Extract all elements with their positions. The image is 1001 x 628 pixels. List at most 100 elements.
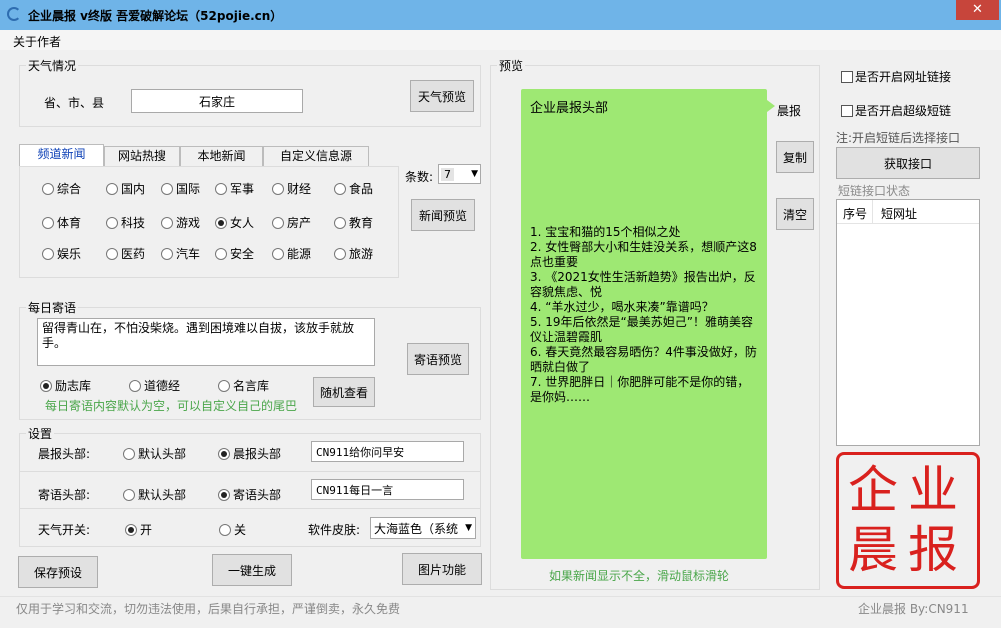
menu-item-about[interactable]: 关于作者 — [13, 33, 61, 50]
image-function-button[interactable]: 图片功能 — [402, 553, 482, 585]
disclaimer-text: 仅用于学习和交流，切勿违法使用，后果自行承担，严谨倒卖，永久免费 — [16, 602, 401, 616]
settings-legend: 设置 — [26, 425, 55, 442]
radio-circle — [106, 182, 118, 195]
daily-source-radio[interactable]: 励志库 — [40, 377, 91, 394]
weather-preview-button[interactable]: 天气预览 — [410, 80, 474, 112]
radio-label: 娱乐 — [57, 247, 82, 261]
radio-label: 综合 — [57, 182, 82, 196]
short-link-note: 注:开启短链后选择接口 — [836, 131, 961, 145]
channel-radio[interactable]: 房产 — [272, 214, 311, 231]
channel-radio[interactable]: 财经 — [272, 180, 311, 197]
location-input[interactable]: 石家庄 — [131, 89, 303, 113]
radio-circle — [123, 447, 135, 460]
col-index-header[interactable]: 序号 — [843, 205, 867, 222]
weather-off-radio[interactable]: 关 — [219, 521, 246, 538]
save-preset-button[interactable]: 保存预设 — [18, 556, 98, 588]
daily-source-radio[interactable]: 道德经 — [129, 377, 180, 394]
news-item: 6. 春天竟然最容易晒伤？4件事没做好，防晒就白做了 — [530, 345, 757, 374]
seal-char: 企 — [848, 461, 898, 519]
close-button[interactable]: ✕ — [956, 0, 999, 20]
tab-channel-news[interactable]: 频道新闻 — [19, 144, 104, 166]
daily-header-radio[interactable]: 寄语头部 — [218, 486, 281, 503]
radio-circle — [272, 216, 284, 229]
channel-radio[interactable]: 医药 — [106, 245, 145, 262]
channel-radio[interactable]: 教育 — [334, 214, 373, 231]
radio-circle — [125, 523, 137, 536]
daily-header-input[interactable]: CN911每日一言 — [311, 479, 464, 500]
radio-label: 关 — [234, 523, 247, 537]
radio-label: 女人 — [230, 216, 255, 230]
skin-select[interactable]: 大海蓝色（系统 ▼ — [370, 517, 476, 539]
channel-radio[interactable]: 军事 — [215, 180, 254, 197]
api-status-label: 短链接口状态 — [838, 184, 911, 198]
radio-label: 旅游 — [349, 247, 374, 261]
bubble-arrow — [767, 100, 775, 112]
radio-circle — [334, 216, 346, 229]
radio-label: 游戏 — [176, 216, 201, 230]
channel-radio[interactable]: 综合 — [42, 180, 81, 197]
app-refresh-icon — [7, 7, 21, 21]
radio-label: 医药 — [121, 247, 146, 261]
radio-label: 国内 — [121, 182, 146, 196]
radio-circle — [42, 216, 54, 229]
radio-label: 汽车 — [176, 247, 201, 261]
morning-header-radio[interactable]: 默认头部 — [123, 445, 186, 462]
clear-button[interactable]: 清空 — [776, 198, 814, 230]
channel-radio[interactable]: 科技 — [106, 214, 145, 231]
radio-circle — [129, 379, 141, 392]
weather-switch-label: 天气开关: — [38, 523, 91, 537]
channel-radio[interactable]: 汽车 — [161, 245, 200, 262]
channel-radio[interactable]: 安全 — [215, 245, 254, 262]
tab-local-news[interactable]: 本地新闻 — [180, 146, 263, 166]
tab-custom-source[interactable]: 自定义信息源 — [263, 146, 369, 166]
preview-bubble[interactable]: 企业晨报头部 1. 宝宝和猫的15个相似之处 2. 女性臀部大小和生娃没关系，想顺… — [521, 89, 767, 559]
copy-button[interactable]: 复制 — [776, 141, 814, 173]
radio-label: 能源 — [287, 247, 312, 261]
super-link-checkbox[interactable]: 是否开启超级短链 — [841, 102, 951, 119]
count-label: 条数: — [405, 170, 434, 184]
radio-label: 开 — [140, 523, 153, 537]
daily-source-radio[interactable]: 名言库 — [218, 377, 269, 394]
radio-circle — [215, 182, 227, 195]
radio-circle — [215, 247, 227, 260]
radio-label: 财经 — [287, 182, 312, 196]
chevron-down-icon: ▼ — [471, 169, 478, 179]
channel-radio[interactable]: 国际 — [161, 180, 200, 197]
channel-radio[interactable]: 娱乐 — [42, 245, 81, 262]
weather-on-radio[interactable]: 开 — [125, 521, 152, 538]
morning-header-input[interactable]: CN911给你问早安 — [311, 441, 464, 462]
radio-circle — [272, 247, 284, 260]
radio-circle — [218, 379, 230, 392]
channel-radio[interactable]: 体育 — [42, 214, 81, 231]
channel-radio[interactable]: 国内 — [106, 180, 145, 197]
skin-label: 软件皮肤: — [308, 523, 361, 537]
daily-preview-button[interactable]: 寄语预览 — [407, 343, 469, 375]
api-status-table[interactable]: 序号 短网址 — [836, 199, 980, 446]
location-label: 省、市、县 — [44, 96, 105, 110]
seal-char: 业 — [908, 461, 958, 519]
col-url-header[interactable]: 短网址 — [881, 205, 917, 222]
daily-header-radio[interactable]: 默认头部 — [123, 486, 186, 503]
radio-circle — [106, 247, 118, 260]
news-item: 1. 宝宝和猫的15个相似之处 — [530, 225, 681, 239]
radio-label: 军事 — [230, 182, 255, 196]
radio-label: 名言库 — [233, 379, 270, 393]
daily-quote-textarea[interactable]: 留得青山在，不怕没柴烧。遇到困境难以自拔，该放手就放手。 — [37, 318, 375, 366]
channel-radio[interactable]: 游戏 — [161, 214, 200, 231]
news-preview-button[interactable]: 新闻预览 — [411, 199, 475, 231]
count-select[interactable]: 7 ▼ — [438, 164, 481, 184]
channel-radio[interactable]: 食品 — [334, 180, 373, 197]
url-link-checkbox[interactable]: 是否开启网址链接 — [841, 68, 951, 85]
news-item: 7. 世界肥胖日｜你肥胖可能不是你的错，是你妈…… — [530, 375, 750, 404]
tab-hot-search[interactable]: 网站热搜 — [104, 146, 180, 166]
channel-radio[interactable]: 能源 — [272, 245, 311, 262]
morning-header-radio[interactable]: 晨报头部 — [218, 445, 281, 462]
radio-circle — [218, 488, 230, 501]
channel-radio[interactable]: 旅游 — [334, 245, 373, 262]
morning-tag: 晨报 — [777, 104, 802, 118]
one-click-generate-button[interactable]: 一键生成 — [212, 554, 292, 586]
channel-radio[interactable]: 女人 — [215, 214, 254, 231]
get-api-button[interactable]: 获取接口 — [836, 147, 980, 179]
chevron-down-icon: ▼ — [465, 523, 472, 533]
random-view-button[interactable]: 随机查看 — [313, 377, 375, 407]
